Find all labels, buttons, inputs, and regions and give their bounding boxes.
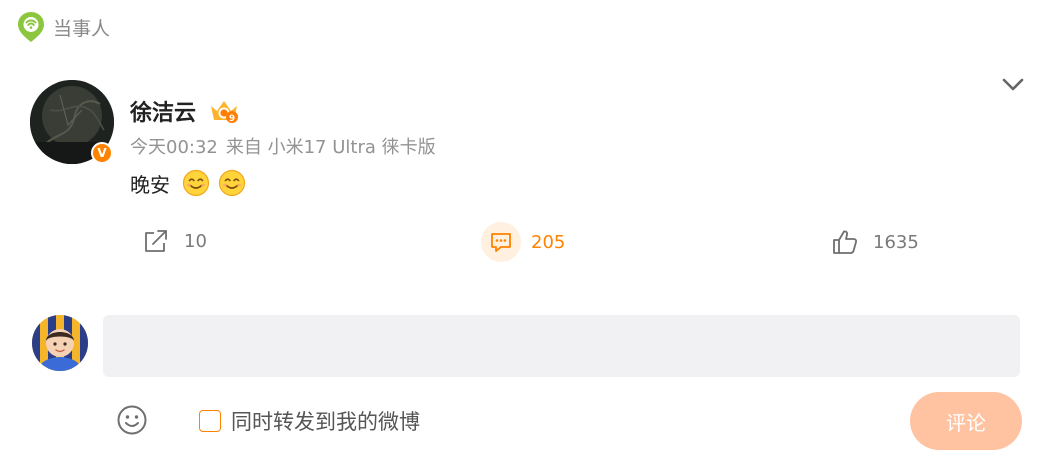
member-rank-badge-icon[interactable]: 9 [208,97,240,125]
repost-checkbox-label: 同时转发到我的微博 [231,410,420,434]
verified-badge: V [91,142,113,164]
section-header: 当事人 [16,10,110,44]
my-avatar-image [32,315,88,371]
like-button[interactable]: 1635 [831,228,919,256]
post-source: 来自 小米17 Ultra 徕卡版 [225,137,436,158]
my-avatar[interactable] [32,315,88,371]
location-pin-icon [18,12,44,42]
rank-badge-number: 9 [229,114,235,124]
submit-comment-button[interactable]: 评论 [910,392,1022,450]
weibo-post-card: 当事人 V 徐洁云 9 今天00:32 来自 小米17 Ultra 徕卡版 晚安… [0,0,1038,470]
repost-count: 10 [184,230,207,252]
repost-icon [145,230,167,252]
post-content: 晚安 [130,166,246,200]
repost-button[interactable]: 10 [142,227,207,255]
repost-to-my-weibo-toggle[interactable]: 同时转发到我的微博 [199,408,420,434]
section-label: 当事人 [53,17,111,40]
thumbs-up-icon [833,230,858,254]
repost-checkbox[interactable] [199,410,221,432]
post-text: 晚安 [130,172,170,197]
comment-button[interactable]: 205 [481,222,565,262]
smile-emoji-icon [182,169,210,197]
smile-emoji-icon [218,169,246,197]
post-time[interactable]: 今天00:32 [130,137,218,158]
author-name[interactable]: 徐洁云 [130,95,196,127]
comment-icon-wrap [481,222,521,262]
author-row: 徐洁云 9 [130,95,240,127]
author-avatar[interactable]: V [30,80,114,164]
like-count: 1635 [873,231,919,253]
emoji-picker-icon[interactable] [116,404,148,436]
post-meta: 今天00:32 来自 小米17 Ultra 徕卡版 [130,133,444,159]
comment-icon [491,233,511,252]
comment-input[interactable] [103,315,1020,377]
comment-count: 205 [531,231,566,253]
chevron-down-icon[interactable] [1000,74,1026,96]
